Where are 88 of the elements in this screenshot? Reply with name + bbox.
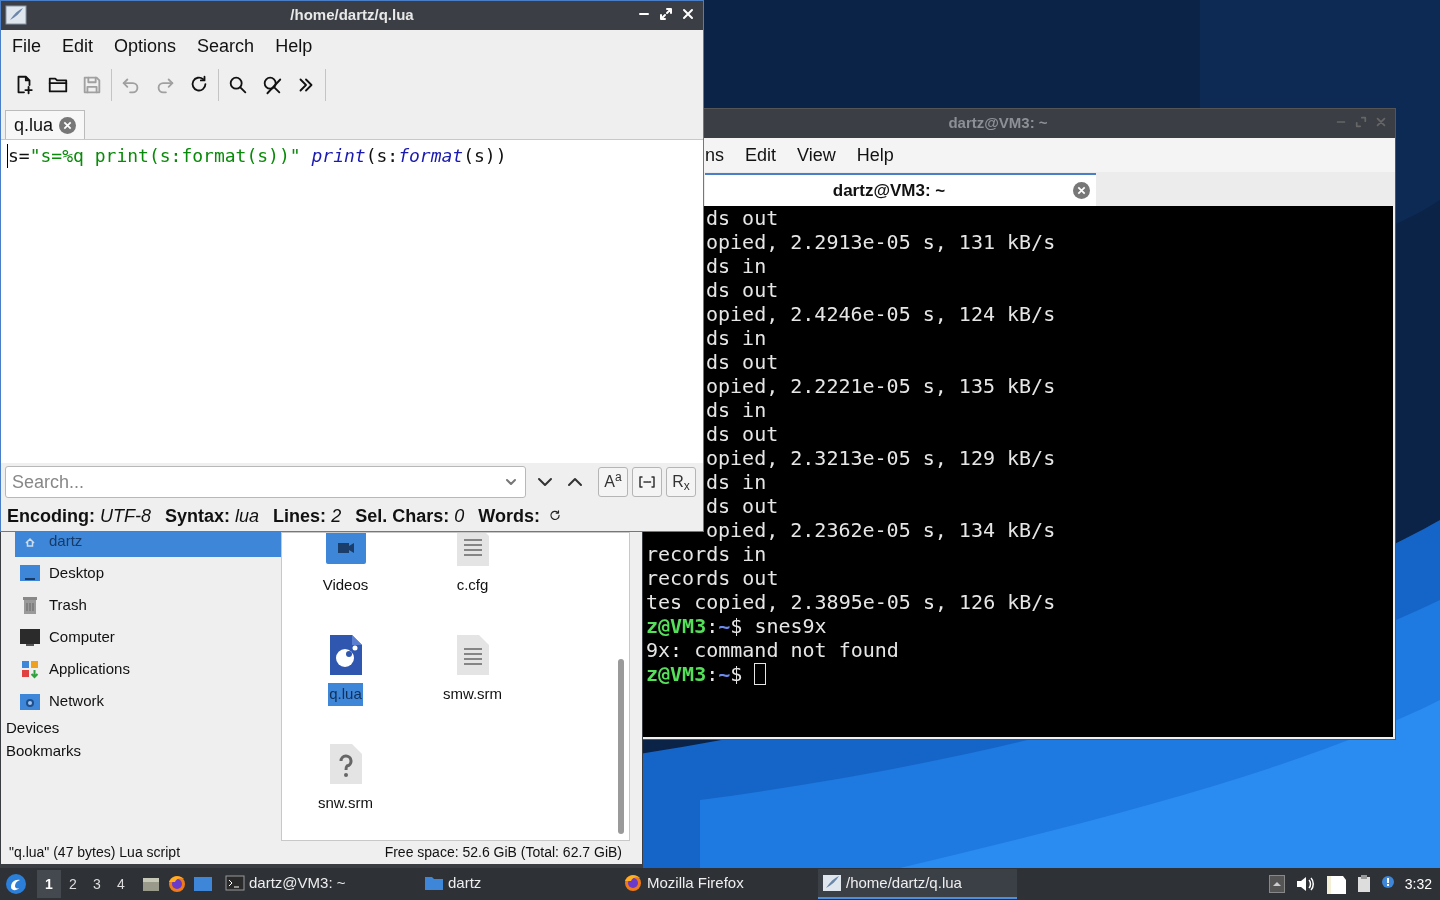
close-icon[interactable] xyxy=(681,7,695,21)
taskbar-button[interactable]: dartz xyxy=(420,869,619,899)
terminal-line: ds out xyxy=(706,350,779,374)
menu-item[interactable]: Edit xyxy=(62,32,94,60)
menu-item[interactable]: Search xyxy=(197,32,255,60)
scrollbar-thumb[interactable] xyxy=(618,659,624,834)
editor-icon xyxy=(822,873,842,893)
status-item: Encoding: UTF-8 xyxy=(7,504,151,528)
window-title: /home/dartz/q.lua xyxy=(290,5,414,26)
terminal-icon xyxy=(225,873,245,893)
sidebar-item[interactable]: Trash xyxy=(15,589,281,621)
workspace-button[interactable]: 2 xyxy=(61,870,85,898)
file-name[interactable]: q.lua xyxy=(328,683,363,706)
terminal-line: records out xyxy=(646,566,779,590)
tray-expand-icon[interactable] xyxy=(1268,875,1285,893)
free-space-text: Free space: 52.6 GiB (Total: 62.7 GiB) xyxy=(384,843,622,862)
workspace-button[interactable]: 4 xyxy=(109,870,133,898)
volume-icon[interactable] xyxy=(1294,875,1315,893)
clock-text: 3:32 xyxy=(1404,874,1432,894)
terminal-prompt: z@VM3:~$ snes9x xyxy=(646,614,827,638)
file-name[interactable]: c.cfg xyxy=(455,574,490,597)
terminal-line: ds in xyxy=(706,398,767,422)
close-tab-icon[interactable] xyxy=(59,116,77,134)
notes-icon[interactable] xyxy=(1324,873,1347,895)
file-tab[interactable]: q.lua xyxy=(5,110,86,139)
code-line: s="s=%q print(s:format(s))" print(s:format(s)) xyxy=(7,144,703,168)
workspace-button[interactable]: 3 xyxy=(85,870,109,898)
apps-icon xyxy=(19,658,41,680)
workspace-button[interactable]: 1 xyxy=(37,870,61,898)
clipboard-icon[interactable] xyxy=(1356,875,1371,893)
search-icon[interactable] xyxy=(227,74,249,96)
desktop-launcher-icon[interactable] xyxy=(193,874,213,894)
terminal-line: opied, 2.2362e-05 s, 134 kB/s xyxy=(706,518,1056,542)
terminal-line: ds in xyxy=(706,326,767,350)
sidebar-item[interactable]: Applications xyxy=(15,653,281,685)
section-header[interactable]: Devices xyxy=(1,717,281,740)
menu-item[interactable]: View xyxy=(797,141,836,169)
file-name[interactable]: Videos xyxy=(321,574,370,597)
browser-launcher-icon[interactable] xyxy=(167,874,187,894)
sidebar-item[interactable]: Computer xyxy=(15,621,281,653)
taskbar-button[interactable]: dartz@VM3: ~ xyxy=(221,869,420,899)
sidebar-item[interactable]: Network xyxy=(15,685,281,717)
search-field[interactable]: Search... xyxy=(5,466,526,498)
menu-item[interactable]: Help xyxy=(856,141,894,169)
file-name[interactable]: smw.srm xyxy=(441,683,504,706)
terminal-line: opied, 2.2913e-05 s, 131 kB/s xyxy=(706,230,1056,254)
menu-item[interactable]: Help xyxy=(275,32,313,60)
menu-item[interactable]: Edit xyxy=(745,141,777,169)
taskbar-button[interactable]: /home/dartz/q.lua xyxy=(818,869,1017,899)
find-replace-icon[interactable] xyxy=(261,74,283,96)
taskbar-button[interactable]: Mozilla Firefox xyxy=(619,869,818,899)
computer-icon xyxy=(19,626,41,648)
refresh-icon[interactable] xyxy=(547,509,562,523)
terminal-line: opied, 2.2221e-05 s, 135 kB/s xyxy=(706,374,1056,398)
toggle-button[interactable]: A$^{a}$ xyxy=(598,467,628,497)
desktop-icon xyxy=(19,562,41,584)
terminal-tab[interactable]: dartz@VM3: ~ xyxy=(705,173,1096,206)
sidebar-item[interactable]: Desktop xyxy=(15,557,281,589)
terminal-line: ds out xyxy=(706,422,779,446)
status-item: Words: xyxy=(478,504,540,528)
whole-word-button[interactable] xyxy=(632,467,662,497)
terminal-line: 9x: command not found xyxy=(646,638,899,662)
terminal-line: ds in xyxy=(706,470,767,494)
status-item: Syntax: lua xyxy=(165,504,260,528)
terminal-line: opied, 2.3213e-05 s, 129 kB/s xyxy=(706,446,1056,470)
menu-item[interactable]: ns xyxy=(705,141,724,169)
close-tab-icon[interactable] xyxy=(1073,182,1090,199)
terminal-line: ds out xyxy=(706,494,779,518)
app-icon xyxy=(5,5,27,25)
status-item: Lines: 2 xyxy=(273,504,342,528)
terminal-line: ds out xyxy=(706,278,779,302)
toggle-button[interactable]: R$_{x}$ xyxy=(666,467,696,497)
window-title: dartz@VM3: ~ xyxy=(948,113,1048,134)
terminal-prompt: z@VM3:~$ xyxy=(646,662,743,686)
browser-icon xyxy=(623,873,643,893)
status-text: "q.lua" (47 bytes) Lua script xyxy=(9,843,181,862)
start-menu-icon[interactable] xyxy=(5,873,27,895)
section-header[interactable]: Bookmarks xyxy=(1,740,281,763)
terminal-line: ds in xyxy=(706,254,767,278)
file-name[interactable]: snw.srm xyxy=(317,792,374,815)
menu-item[interactable]: File xyxy=(12,32,41,60)
terminal-line: records in xyxy=(646,542,767,566)
menu-item[interactable]: Options xyxy=(114,32,177,60)
whole-word-icon xyxy=(638,475,656,489)
terminal-line: opied, 2.4246e-05 s, 124 kB/s xyxy=(706,302,1056,326)
terminal-line: ds out xyxy=(706,206,779,230)
status-item: Sel. Chars: 0 xyxy=(355,504,465,528)
terminal-line: tes copied, 2.3895e-05 s, 126 kB/s xyxy=(646,590,1056,614)
